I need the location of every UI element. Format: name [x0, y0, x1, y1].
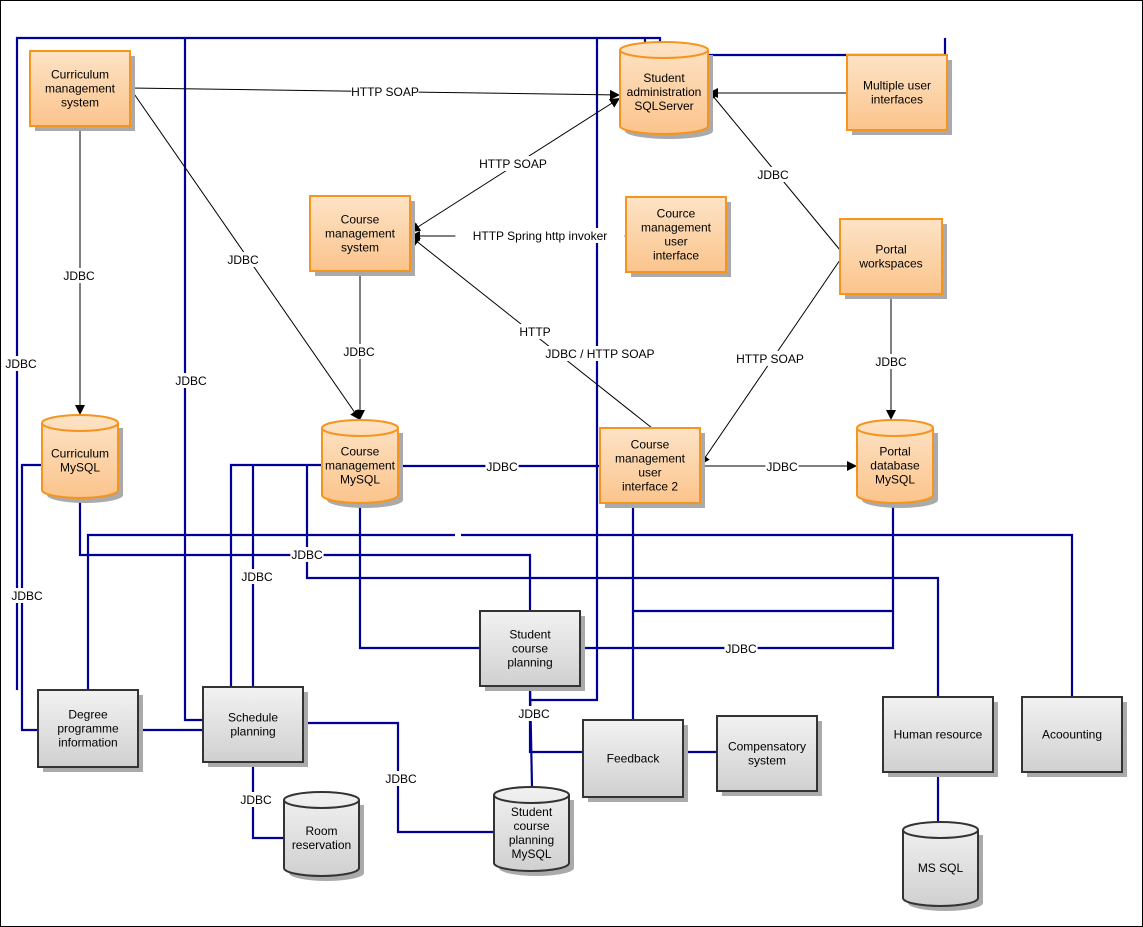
node-label: Acoounting	[1042, 728, 1102, 742]
edge-label-sched-room: JDBC	[240, 793, 272, 807]
edge-label-sched-scpdb: JDBC	[385, 772, 417, 786]
edge-label-curr-to-sa: HTTP SOAP	[351, 85, 419, 99]
node-portal-ws[interactable]: Portal workspaces	[839, 218, 947, 299]
integration-connector	[530, 38, 599, 702]
node-ms-sql[interactable]: MS SQL	[902, 821, 983, 911]
node-schedule-planning[interactable]: Schedule planning	[202, 686, 308, 767]
node-curriculum-mysql[interactable]: Curriculum MySQL	[41, 414, 123, 503]
edge-label-ui2-pdb: JDBC	[766, 460, 798, 474]
node-degree-info[interactable]: Degree programme information	[37, 689, 143, 772]
edge-label-ui2-cms-jdbc: JDBC / HTTP SOAP	[545, 347, 654, 361]
edge-label-curr-currdb: JDBC	[63, 269, 95, 283]
edge-label-scp-pdb: JDBC	[725, 642, 757, 656]
edge-label-left-outer: JDBC	[5, 357, 37, 371]
edge-label-cmdb-ui2: JDBC	[486, 460, 518, 474]
edge-label-ui2-cms-http: HTTP	[519, 325, 550, 339]
integration-connector	[633, 503, 895, 613]
edge-label-currdb-scp: JDBC	[291, 548, 323, 562]
node-label: Student course planning MySQL	[509, 805, 554, 861]
edge-label-curr-cmdb: JDBC	[227, 253, 259, 267]
node-course-mgmt-ui2[interactable]: Course management user interface 2	[599, 427, 705, 508]
integration-connector	[708, 38, 947, 57]
node-scp-mysql[interactable]: Student course planning MySQL	[493, 786, 574, 876]
node-label: MS SQL	[918, 861, 964, 875]
edge-label-portal-sa: JDBC	[757, 168, 789, 182]
integration-connector	[528, 685, 534, 788]
integration-connector	[358, 503, 480, 650]
node-label: Human resource	[894, 728, 983, 742]
edge-label-cmui-cms: HTTP Spring http invoker	[473, 229, 608, 243]
node-room-reservation[interactable]: Room reservation	[283, 791, 364, 881]
node-curriculum-mgmt[interactable]: Curriculum management system	[29, 50, 135, 131]
edge-label-portal-ui2: HTTP SOAP	[736, 352, 804, 366]
edge-label-cms-cmdb: JDBC	[343, 345, 375, 359]
edge-label-currdb-degree: JDBC	[11, 589, 43, 603]
node-compensatory[interactable]: Compensatory system	[716, 715, 822, 796]
node-human-resource[interactable]: Human resource	[882, 696, 998, 777]
node-course-mgmt-ui[interactable]: Cource management user interface	[625, 196, 731, 277]
node-label: Schedule planning	[228, 711, 278, 739]
node-student-course-planning[interactable]: Student course planning	[479, 610, 585, 691]
node-label: Student course planning	[507, 628, 552, 670]
node-multiple-ui[interactable]: Multiple user interfaces	[846, 54, 952, 135]
edge-label-portal-pdb: JDBC	[875, 355, 907, 369]
node-course-mgmt[interactable]: Course management system	[309, 195, 415, 276]
node-accounting[interactable]: Acoounting	[1021, 696, 1127, 777]
node-feedback[interactable]: Feedback	[582, 719, 688, 802]
integration-connector	[15, 36, 662, 690]
node-student-admin[interactable]: Student administration SQLServer	[619, 41, 713, 139]
edge-label-cmdb-sched: JDBC	[241, 570, 273, 584]
edge-label-sched-top: JDBC	[175, 374, 207, 388]
node-label: Multiple user interfaces	[863, 79, 931, 107]
edge-label-scp-db: JDBC	[518, 707, 550, 721]
edge-label-cms-sa: HTTP SOAP	[479, 157, 547, 171]
architecture-diagram: Curriculum management system Student adminis…	[4, 36, 1127, 911]
integration-connector	[86, 533, 455, 690]
node-label: Feedback	[607, 752, 661, 766]
node-portal-db[interactable]: Portal database MySQL	[856, 419, 938, 508]
node-course-mgmt-mysql[interactable]: Course management MySQL	[321, 419, 403, 508]
